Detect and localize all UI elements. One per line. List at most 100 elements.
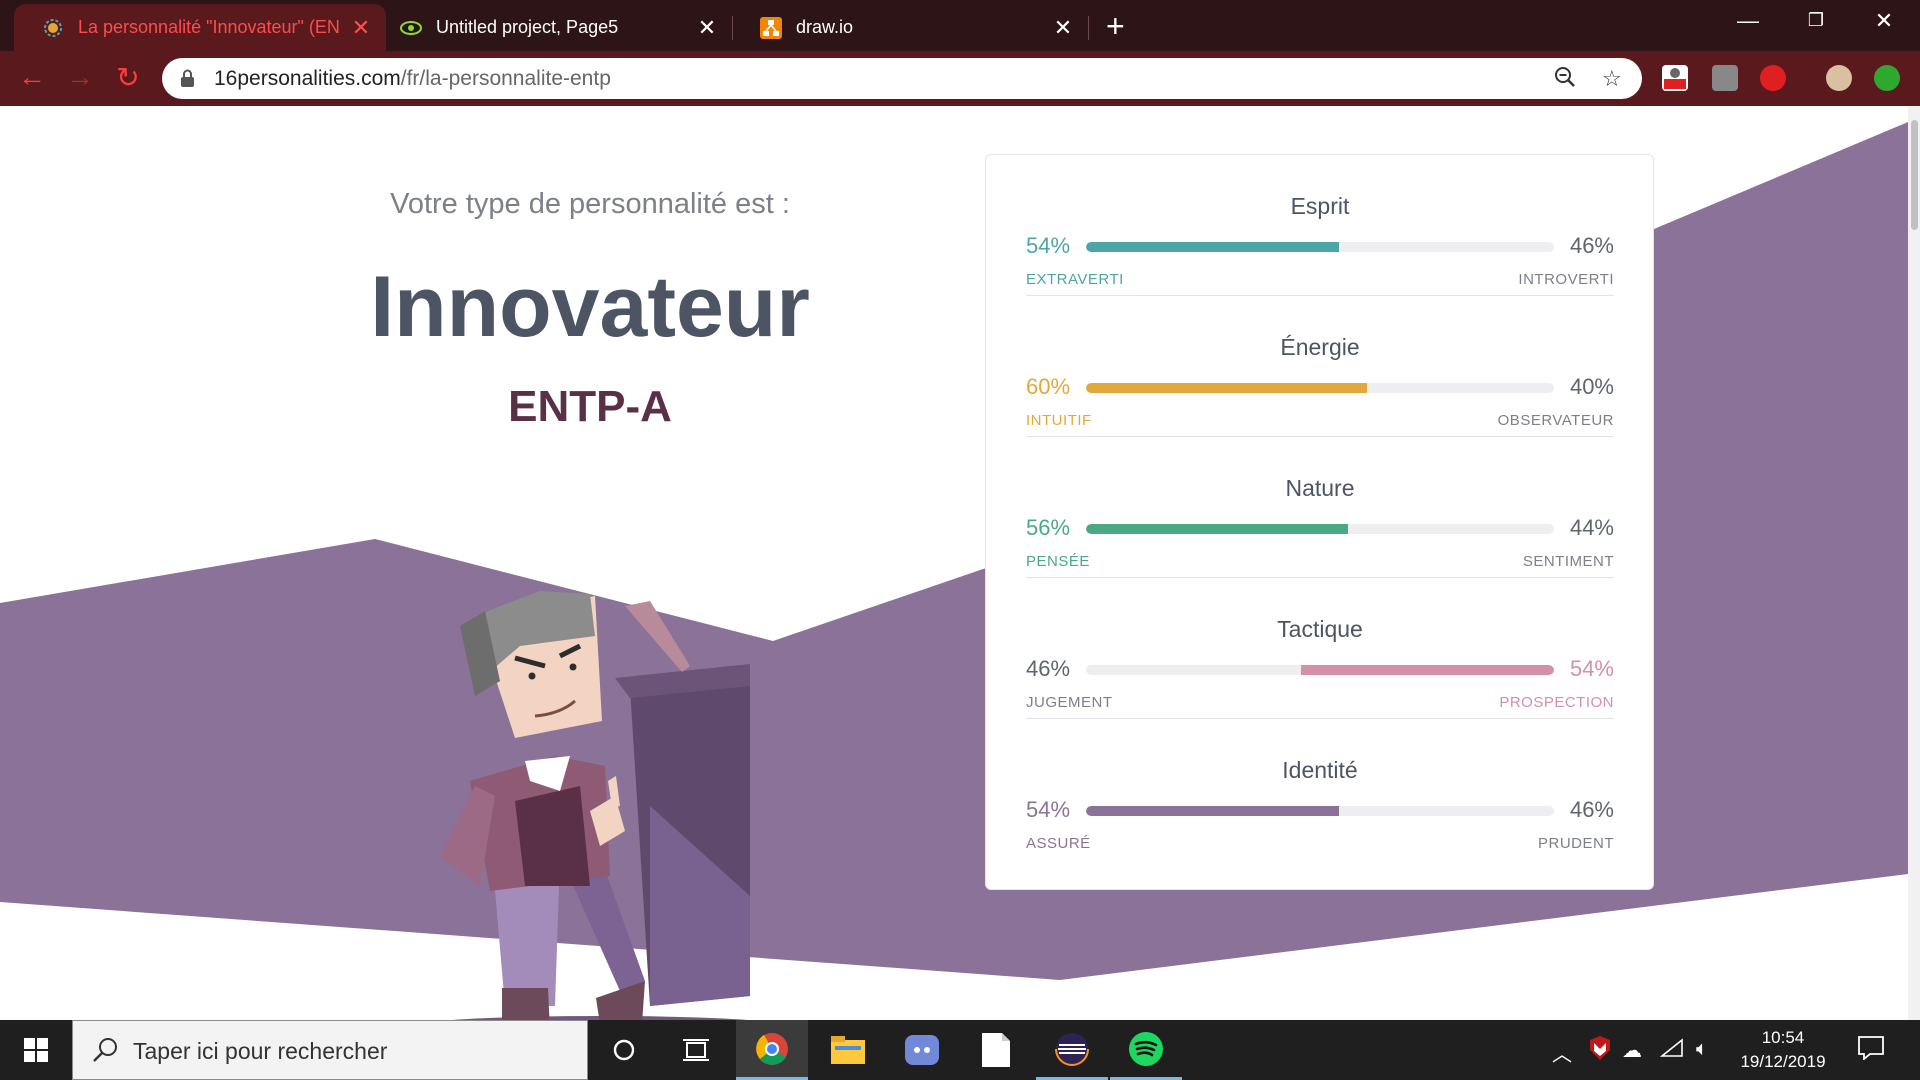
clock-time: 10:54 bbox=[1761, 1028, 1805, 1047]
left-label: JUGEMENT bbox=[1026, 694, 1113, 711]
trait-bar-fill bbox=[1086, 242, 1339, 252]
minimize-icon[interactable]: — bbox=[1718, 8, 1778, 34]
clock-date: 19/12/2019 bbox=[1740, 1052, 1826, 1071]
right-percent: 46% bbox=[1569, 233, 1614, 258]
tab-16personalities[interactable]: La personnalité "Innovateur" (EN ✕ bbox=[14, 4, 386, 51]
left-label: INTUITIF bbox=[1026, 412, 1092, 429]
16personalities-icon bbox=[42, 17, 64, 39]
drawio-icon bbox=[760, 16, 782, 39]
right-label: PROSPECTION bbox=[1499, 694, 1614, 711]
new-tab-button[interactable]: + bbox=[1106, 8, 1125, 44]
trait-name: Esprit bbox=[1290, 193, 1350, 219]
right-percent: 54% bbox=[1569, 656, 1614, 681]
left-label: ASSURÉ bbox=[1026, 835, 1091, 852]
trait-bar bbox=[1086, 242, 1554, 252]
cortana-icon[interactable] bbox=[588, 1020, 660, 1080]
trait-bar-fill bbox=[1086, 524, 1349, 534]
restore-icon[interactable]: ❐ bbox=[1786, 10, 1846, 31]
url-path: /fr/la-personnalite-entp bbox=[400, 67, 611, 90]
tab-title: draw.io bbox=[796, 17, 854, 37]
right-label: OBSERVATEUR bbox=[1497, 412, 1614, 429]
forward-arrow-icon[interactable]: → bbox=[62, 61, 98, 93]
back-arrow-icon[interactable]: ← bbox=[14, 61, 50, 93]
zoom-icon[interactable] bbox=[1554, 66, 1576, 94]
update-arrow-icon[interactable] bbox=[1874, 65, 1900, 91]
close-tab-icon[interactable]: ✕ bbox=[696, 15, 718, 41]
star-bookmark-icon[interactable]: ☆ bbox=[1602, 66, 1622, 92]
left-label: PENSÉE bbox=[1026, 553, 1090, 570]
right-percent: 40% bbox=[1569, 374, 1614, 399]
trait-name: Identité bbox=[1282, 757, 1358, 783]
trait-bar-fill bbox=[1086, 383, 1367, 393]
tab-divider bbox=[1088, 16, 1089, 40]
wifi-icon[interactable] bbox=[1659, 1038, 1684, 1064]
trait-name: Énergie bbox=[1280, 334, 1360, 360]
left-percent: 54% bbox=[1026, 233, 1071, 258]
right-percent: 46% bbox=[1569, 797, 1614, 822]
close-window-icon[interactable]: ✕ bbox=[1854, 8, 1914, 34]
personality-type-name: Innovateur bbox=[370, 259, 810, 355]
reload-icon[interactable]: ↻ bbox=[110, 61, 146, 94]
trait-esprit: Esprit 54% 46% EXTRAVERTI INTROVERTI bbox=[1026, 155, 1614, 296]
page-scrollbar[interactable] bbox=[1908, 106, 1920, 1020]
trait-bar bbox=[1086, 806, 1554, 816]
search-icon bbox=[91, 1035, 121, 1070]
intro-text: Votre type de personnalité est : bbox=[390, 188, 790, 220]
tab-drawio[interactable]: draw.io ✕ bbox=[732, 4, 1088, 51]
extension-shield-icon[interactable] bbox=[1712, 65, 1738, 91]
windows-taskbar: Taper ici pour rechercher ︿ ☁ 🔈︎ 10:54 1… bbox=[0, 1020, 1920, 1080]
spotify-icon[interactable] bbox=[1110, 1020, 1182, 1080]
mcafee-icon[interactable] bbox=[1588, 1036, 1612, 1066]
file-document-icon[interactable] bbox=[960, 1020, 1032, 1080]
file-explorer-icon[interactable] bbox=[812, 1020, 884, 1080]
scrollbar-thumb[interactable] bbox=[1911, 120, 1918, 230]
tab-title: La personnalité "Innovateur" (EN bbox=[78, 17, 340, 37]
tab-untitled-project[interactable]: Untitled project, Page5 ✕ bbox=[372, 4, 732, 51]
page-content: Votre type de personnalité est : Innovat… bbox=[0, 106, 1920, 1020]
trait-name: Tactique bbox=[1277, 616, 1363, 642]
search-placeholder: Taper ici pour rechercher bbox=[133, 1038, 388, 1064]
trait-nature: Nature 56% 44% PENSÉE SENTIMENT bbox=[1026, 437, 1614, 578]
left-percent: 54% bbox=[1026, 797, 1071, 822]
left-percent: 60% bbox=[1026, 374, 1071, 399]
trait-bar bbox=[1086, 665, 1554, 675]
eye-icon bbox=[400, 17, 422, 39]
chrome-icon[interactable] bbox=[736, 1020, 808, 1080]
tab-strip: La personnalité "Innovateur" (EN ✕ Untit… bbox=[0, 0, 1920, 51]
onedrive-cloud-icon[interactable]: ☁ bbox=[1622, 1038, 1642, 1063]
profile-avatar[interactable] bbox=[1826, 65, 1852, 91]
trait-bar-fill bbox=[1301, 665, 1554, 675]
chevron-up-icon[interactable]: ︿ bbox=[1552, 1038, 1572, 1067]
innovator-character-illustration bbox=[440, 591, 750, 1020]
left-percent: 46% bbox=[1026, 656, 1071, 681]
right-label: SENTIMENT bbox=[1522, 553, 1614, 570]
task-view-icon[interactable] bbox=[660, 1020, 732, 1080]
discord-icon[interactable] bbox=[886, 1020, 958, 1080]
left-percent: 56% bbox=[1026, 515, 1071, 540]
taskbar-clock[interactable]: 10:54 19/12/2019 bbox=[1728, 1026, 1838, 1074]
trait-bar bbox=[1086, 383, 1554, 393]
trait-energie: Énergie 60% 40% INTUITIF OBSERVATEUR bbox=[1026, 296, 1614, 437]
browser-toolbar: ← → ↻ 16personalities.com/fr/la-personna… bbox=[0, 51, 1920, 106]
extension-hand-icon[interactable] bbox=[1760, 65, 1786, 91]
trait-bar bbox=[1086, 524, 1554, 534]
trait-identite: Identité 54% 46% ASSURÉ PRUDENT bbox=[1026, 719, 1614, 860]
action-center-icon[interactable] bbox=[1858, 1036, 1884, 1066]
eclipse-icon[interactable] bbox=[1036, 1020, 1108, 1080]
volume-icon[interactable]: 🔈︎ bbox=[1696, 1038, 1708, 1061]
address-bar[interactable]: 16personalities.com/fr/la-personnalite-e… bbox=[162, 58, 1642, 99]
traits-card: Esprit 54% 46% EXTRAVERTI INTROVERTI Éne… bbox=[985, 154, 1654, 890]
lock-icon bbox=[180, 69, 195, 87]
close-tab-icon[interactable]: ✕ bbox=[350, 15, 372, 41]
close-tab-icon[interactable]: ✕ bbox=[1052, 15, 1074, 41]
trait-bar-fill bbox=[1086, 806, 1339, 816]
windows-start-icon[interactable] bbox=[0, 1020, 72, 1080]
personality-type-code: ENTP-A bbox=[508, 382, 672, 431]
right-label: INTROVERTI bbox=[1518, 271, 1614, 288]
right-label: PRUDENT bbox=[1537, 835, 1614, 852]
tab-title: Untitled project, Page5 bbox=[436, 17, 619, 37]
left-label: EXTRAVERTI bbox=[1026, 271, 1124, 288]
taskbar-search-input[interactable]: Taper ici pour rechercher bbox=[72, 1020, 588, 1080]
extension-off-icon[interactable] bbox=[1662, 65, 1688, 91]
trait-tactique: Tactique 46% 54% JUGEMENT PROSPECTION bbox=[1026, 578, 1614, 719]
